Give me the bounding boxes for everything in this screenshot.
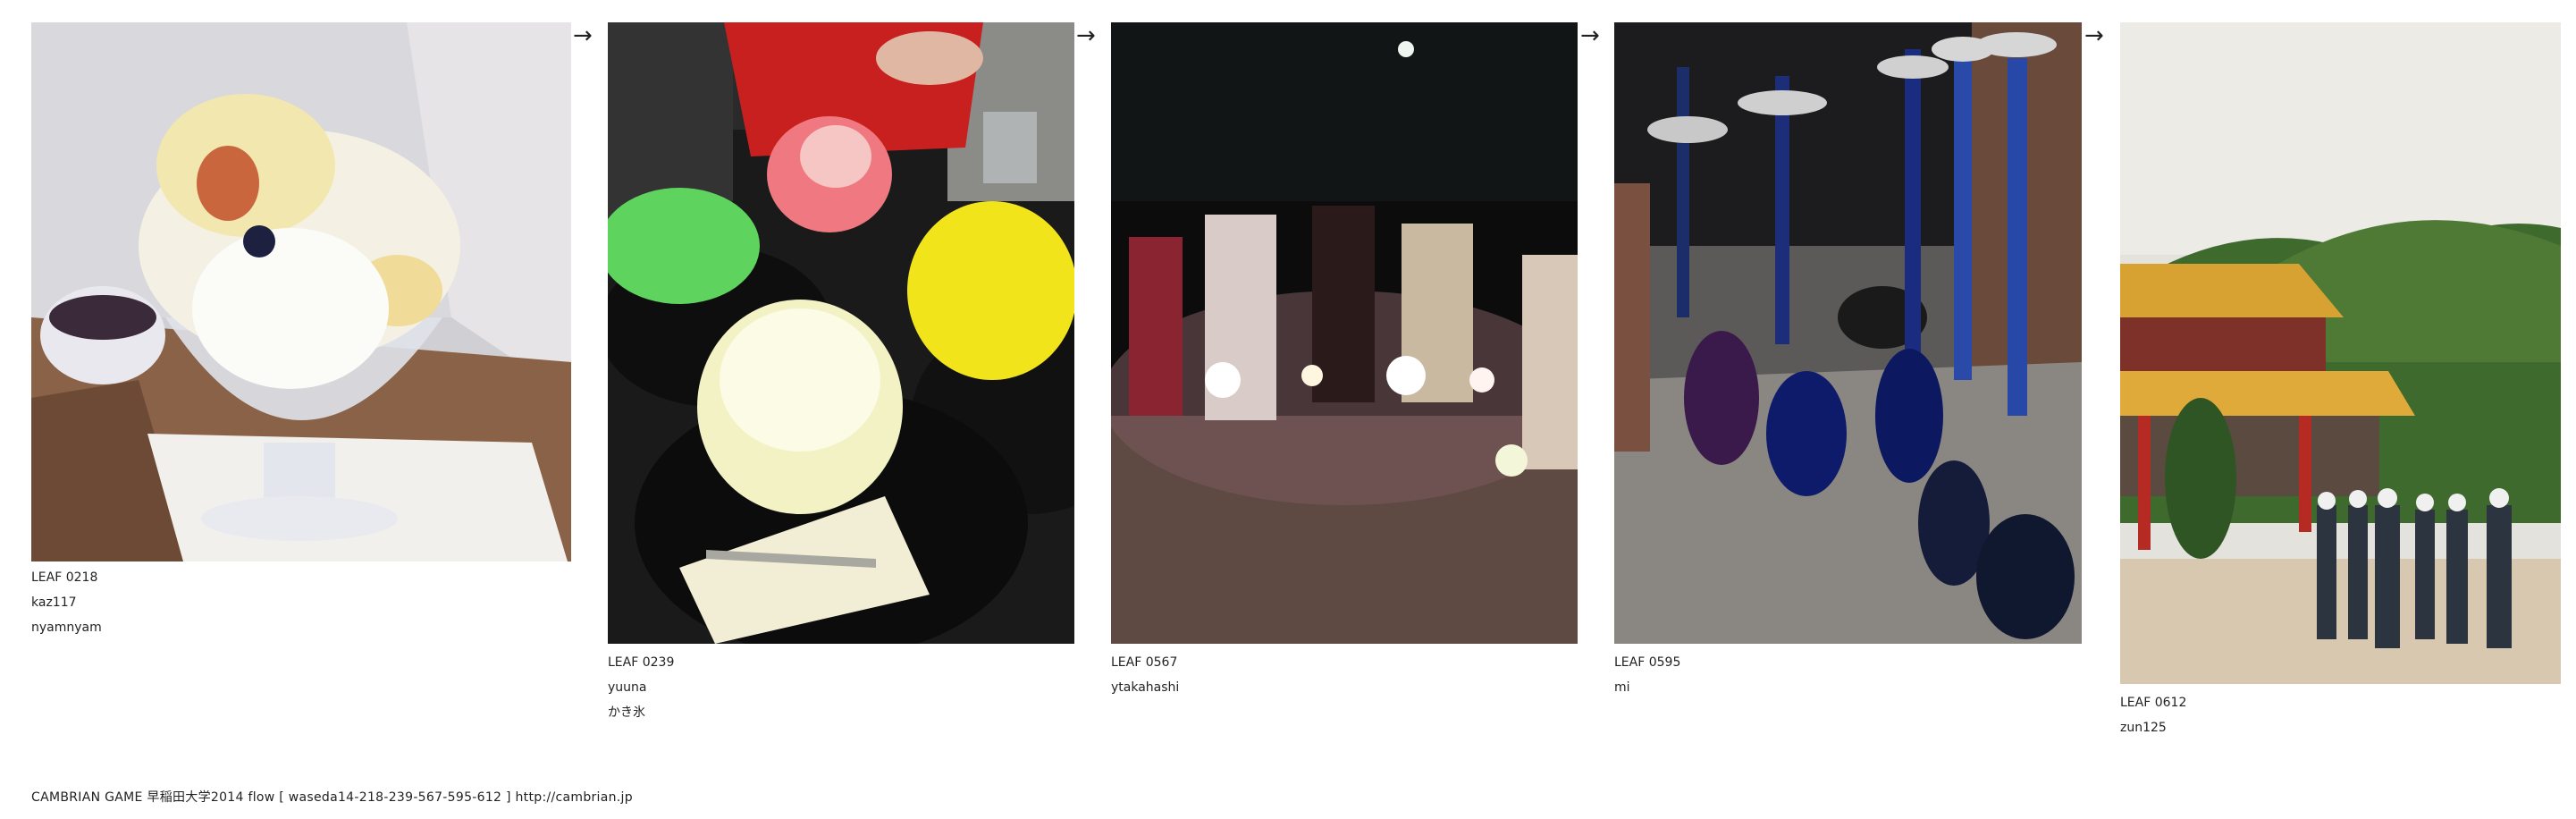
- leaf-photo[interactable]: [608, 22, 1074, 644]
- flow-arrow-icon: →: [1076, 22, 1096, 49]
- shaved-ice-dessert-photo: [31, 22, 571, 561]
- leaf-id: LEAF 0595: [1614, 655, 1681, 670]
- leaf-user[interactable]: ytakahashi: [1111, 675, 1179, 700]
- hookah-pipes-photo: [1614, 22, 2082, 644]
- sparklers-night-photo: [1111, 22, 1578, 644]
- leaf-user[interactable]: kaz117: [31, 590, 102, 615]
- site-footer: CAMBRIAN GAME 早稲田大学2014 flow [ waseda14-…: [31, 790, 633, 805]
- leaf-user[interactable]: mi: [1614, 675, 1680, 700]
- leaf-photo[interactable]: [2120, 22, 2561, 684]
- honor-guard-temple-photo: [2120, 22, 2561, 684]
- flow-arrow-icon: →: [573, 22, 593, 49]
- leaf-id: LEAF 0239: [608, 655, 675, 670]
- kakigori-table-photo: [608, 22, 1074, 644]
- flow-arrow-icon: →: [1580, 22, 1600, 49]
- flow-arrow-icon: →: [2084, 22, 2104, 49]
- leaf-photo[interactable]: [1614, 22, 2082, 644]
- leaf-user[interactable]: zun125: [2120, 715, 2186, 740]
- leaf-user[interactable]: yuuna: [608, 675, 674, 700]
- leaf-id: LEAF 0218: [31, 570, 98, 585]
- leaf-id: LEAF 0567: [1111, 655, 1178, 670]
- leaf-photo[interactable]: [31, 22, 571, 561]
- leaf-title: nyamnyam: [31, 621, 102, 635]
- leaf-title: かき氷: [608, 705, 645, 720]
- leaf-photo[interactable]: [1111, 22, 1578, 644]
- leaf-id: LEAF 0612: [2120, 696, 2187, 710]
